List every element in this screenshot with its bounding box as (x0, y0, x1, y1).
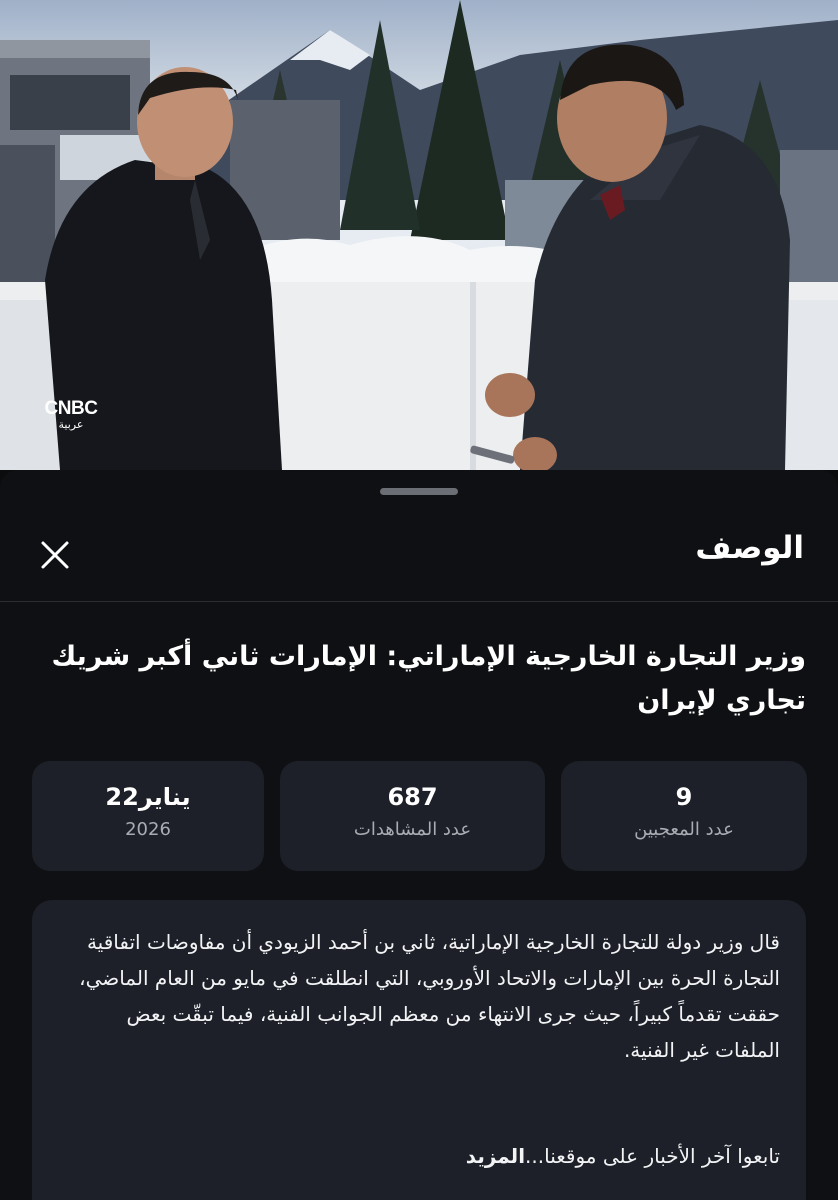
video-player[interactable]: CNBC عربية (0, 0, 838, 470)
likes-label: عدد المعجبين (634, 819, 734, 840)
header-divider (0, 601, 838, 602)
publish-date-year: 2026 (125, 819, 171, 840)
cnbc-logo-subtext: عربية (58, 418, 84, 431)
cnbc-arabia-logo: CNBC عربية (32, 398, 110, 431)
sheet-drag-handle[interactable] (380, 488, 458, 495)
video-headline: وزير التجارة الخارجية الإماراتي: الإمارا… (51, 641, 806, 716)
publish-date-day: يناير22 (105, 783, 191, 811)
description-body: قال وزير دولة للتجارة الخارجية الإماراتي… (79, 930, 780, 1062)
sheet-title: الوصف (695, 530, 804, 566)
date-stat-card: يناير22 2026 (32, 761, 264, 871)
close-icon (41, 541, 69, 569)
views-label: عدد المشاهدات (353, 819, 472, 840)
description-footer-text: تابعوا آخر الأخبار على موقعنا... (525, 1144, 780, 1168)
likes-count: 9 (675, 783, 693, 811)
close-button[interactable] (33, 533, 77, 577)
description-footer: تابعوا آخر الأخبار على موقعنا...المزيد (60, 1144, 780, 1168)
views-count: 687 (387, 783, 438, 811)
views-stat-card: 687 عدد المشاهدات (280, 761, 545, 871)
more-link[interactable]: المزيد (466, 1144, 525, 1168)
cnbc-logo-text: CNBC (44, 398, 98, 419)
likes-stat-card: 9 عدد المعجبين (561, 761, 807, 871)
description-sheet: الوصف وزير التجارة الخارجية الإماراتي: ا… (0, 470, 838, 1200)
description-card: قال وزير دولة للتجارة الخارجية الإماراتي… (32, 900, 806, 1200)
video-frame-scene (0, 0, 838, 470)
